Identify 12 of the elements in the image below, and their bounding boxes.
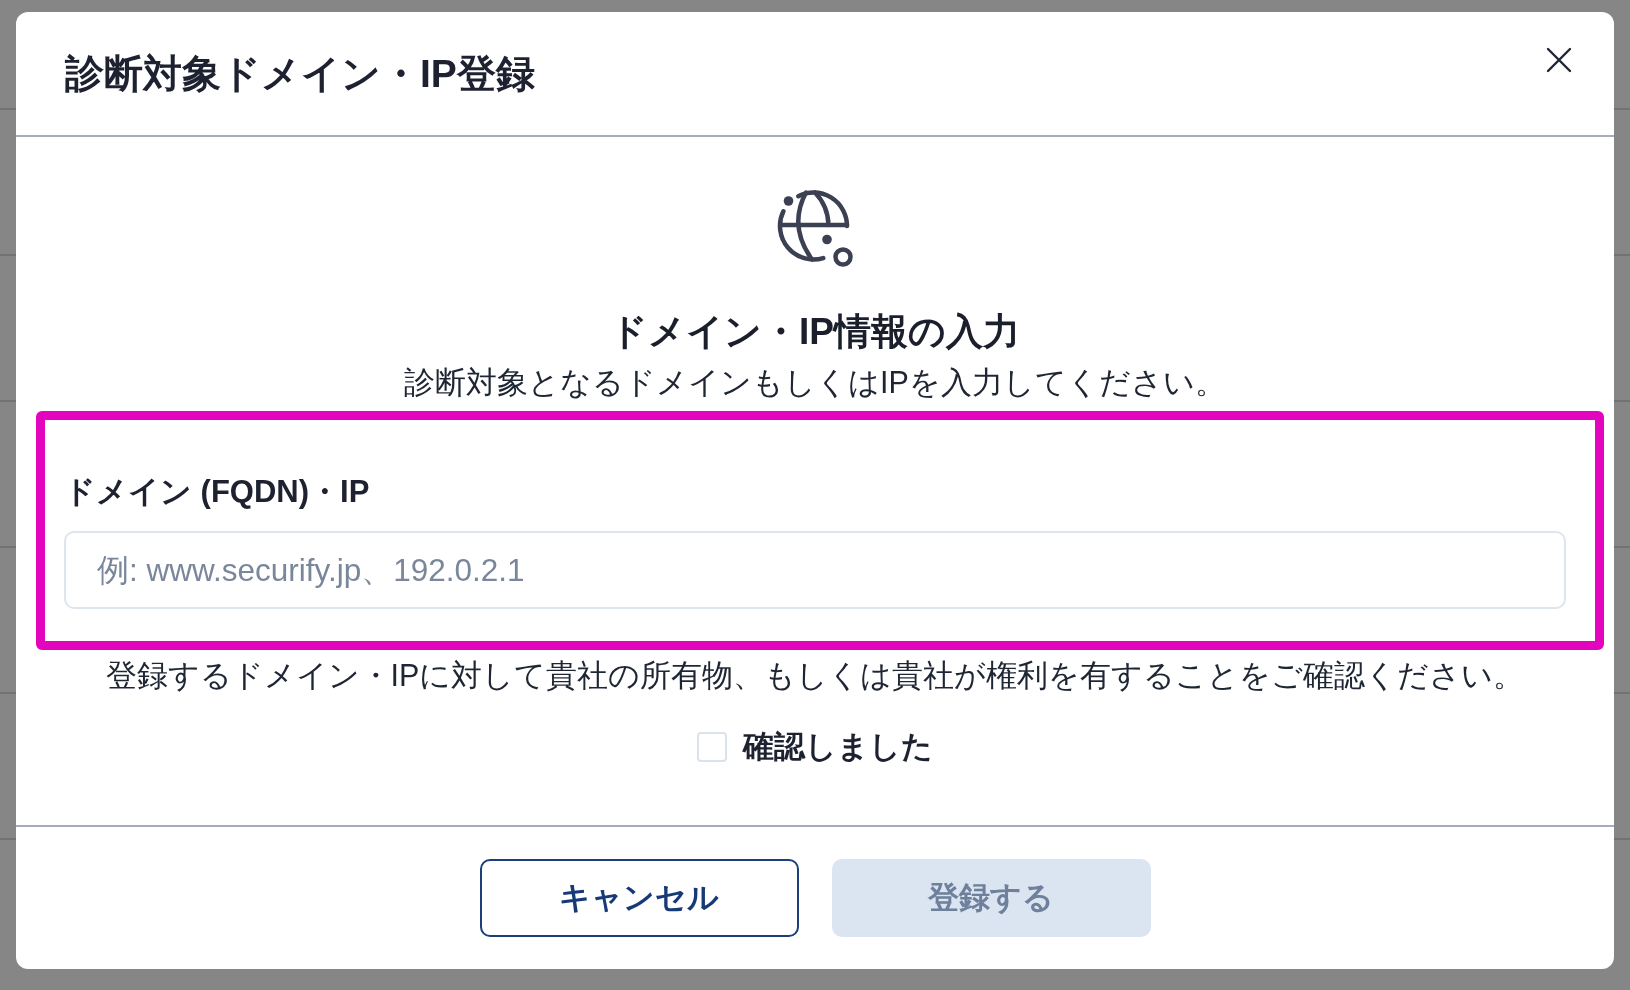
notice-text: 登録するドメイン・IPに対して貴社の所有物、もしくは貴社が権利を有することをご確認ください。 [105,657,1525,694]
checkbox-label: 確認しました [743,728,933,766]
domain-input[interactable]: 例: www.securify.jp、192.0.2.1 [64,531,1566,609]
close-button[interactable] [1544,45,1574,75]
checkbox[interactable] [697,732,727,762]
cancel-button[interactable]: キャンセル [479,859,799,937]
field-label: ドメイン (FQDN)・IP [64,473,370,510]
section-description: 診断対象となるドメインもしくはIPを入力してください。 [404,364,1226,401]
globe-icon [776,188,854,267]
close-icon [1546,47,1572,73]
dialog-title: 診断対象ドメイン・IP登録 [65,50,535,97]
section-heading: ドメイン・IP情報の入力 [610,310,1020,354]
